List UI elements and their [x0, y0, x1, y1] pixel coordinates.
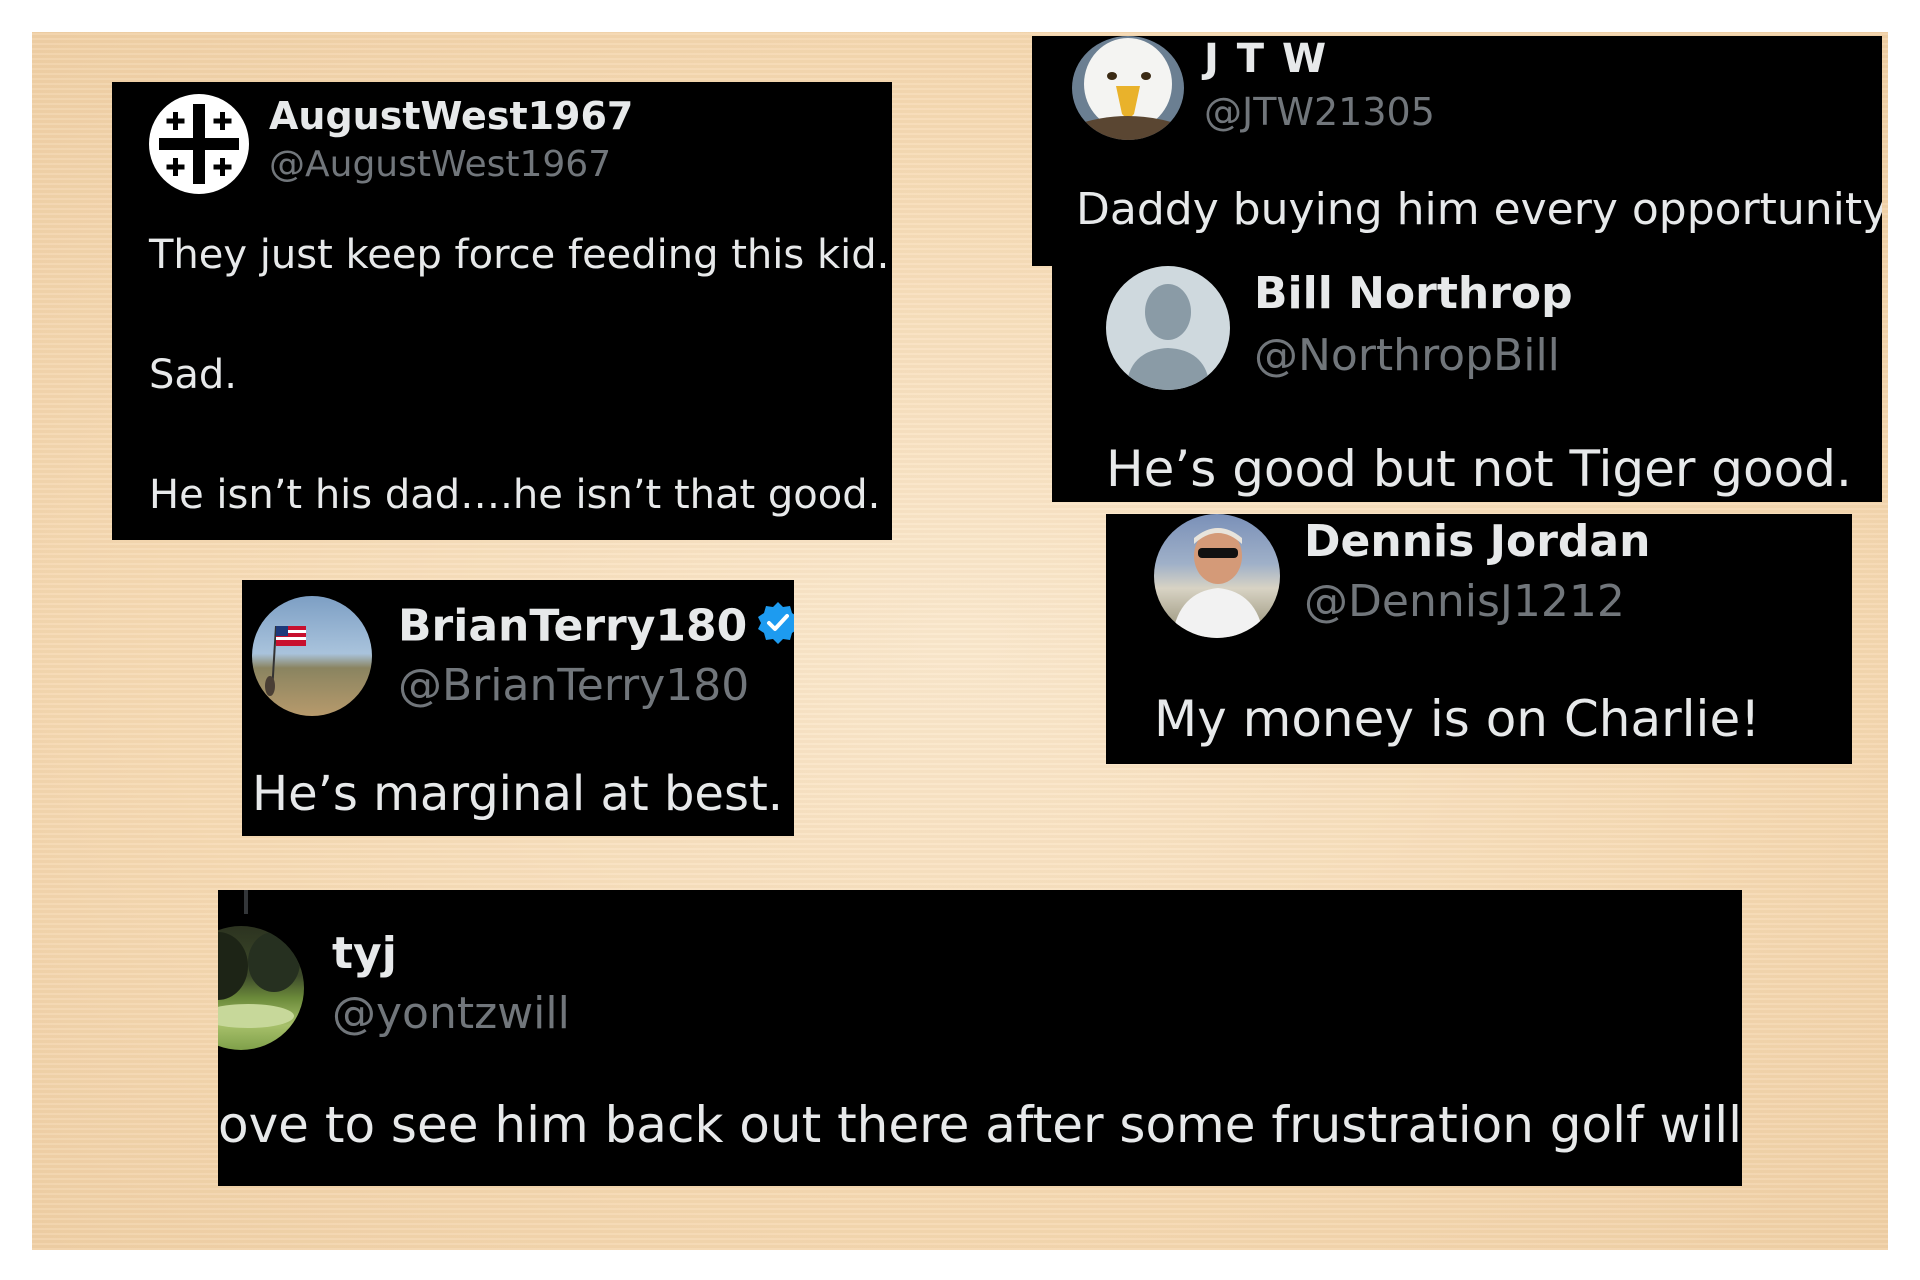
golf-course-avatar[interactable] — [218, 926, 304, 1050]
user-handle[interactable]: @AugustWest1967 — [269, 144, 611, 185]
display-name[interactable]: Bill Northrop — [1254, 268, 1573, 319]
tweet-card-jtw[interactable]: J T W @JTW21305 Daddy buying him every o… — [1032, 36, 1882, 266]
display-name[interactable]: AugustWest1967 — [269, 94, 633, 138]
user-handle[interactable]: @JTW21305 — [1204, 90, 1435, 134]
tweet-text: He’s marginal at best. — [252, 766, 784, 822]
display-name-text[interactable]: BrianTerry180 — [398, 601, 747, 652]
thread-line — [244, 890, 248, 914]
jerusalem-cross-icon[interactable] — [149, 94, 249, 194]
user-handle[interactable]: @BrianTerry180 — [398, 660, 749, 711]
tweet-text-line: He isn’t his dad….he isn’t that good. — [149, 472, 881, 518]
tweet-card-augustwest[interactable]: AugustWest1967 @AugustWest1967 They just… — [112, 82, 892, 540]
tweet-text-line: Sad. — [149, 352, 238, 398]
user-handle[interactable]: @NorthropBill — [1254, 330, 1560, 381]
eagle-avatar[interactable] — [1072, 36, 1184, 140]
flag-photo-avatar[interactable] — [252, 596, 372, 716]
tweet-text: He’s good but not Tiger good. — [1106, 440, 1852, 498]
display-name[interactable]: BrianTerry180 — [398, 600, 794, 657]
default-person-icon[interactable] — [1106, 266, 1230, 390]
tweet-text-line: They just keep force feeding this kid. — [149, 232, 890, 278]
display-name[interactable]: tyj — [332, 928, 397, 979]
tweet-text: My money is on Charlie! — [1154, 690, 1761, 748]
tweet-card-billnorthrop[interactable]: Bill Northrop @NorthropBill He’s good bu… — [1052, 266, 1882, 502]
man-photo-avatar[interactable] — [1154, 514, 1280, 638]
display-name[interactable]: J T W — [1204, 36, 1328, 82]
tweet-card-brianterry[interactable]: BrianTerry180 @BrianTerry180 He’s margin… — [242, 580, 794, 836]
tweet-text: Daddy buying him every opportunity. — [1076, 184, 1882, 235]
tweet-card-tyj[interactable]: tyj @yontzwill ove to see him back out t… — [218, 890, 1742, 1186]
user-handle[interactable]: @yontzwill — [332, 988, 570, 1039]
user-handle[interactable]: @DennisJ1212 — [1304, 576, 1625, 627]
tweet-text: ove to see him back out there after some… — [218, 1096, 1742, 1154]
verified-badge-icon — [755, 600, 794, 657]
tweet-card-dennisjordan[interactable]: Dennis Jordan @DennisJ1212 My money is o… — [1106, 514, 1852, 764]
display-name[interactable]: Dennis Jordan — [1304, 516, 1650, 567]
